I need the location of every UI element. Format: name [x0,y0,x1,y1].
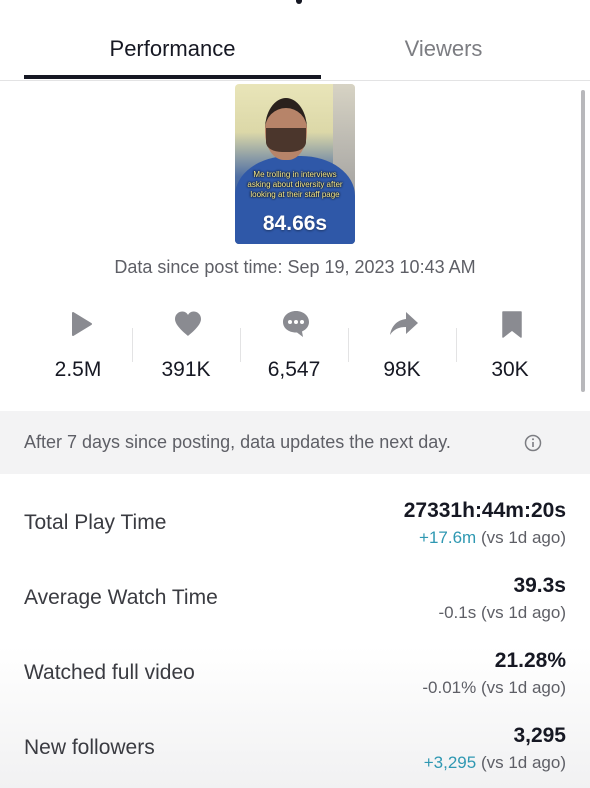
metric-delta: -0.01% [422,678,477,697]
bookmark-icon [502,311,522,338]
play-icon [72,312,92,336]
metric-watched-full-video: Watched full video 21.28% -0.01% (vs 1d … [24,624,566,699]
stat-comments[interactable]: 6,547 [240,300,348,392]
metric-delta: +3,295 [423,753,477,772]
thumbnail-caption: Me trolling in interviews asking about d… [247,170,343,199]
metric-value: 39.3s [513,574,566,597]
video-thumbnail[interactable]: Me trolling in interviews asking about d… [235,84,355,244]
active-tab-indicator [24,75,321,79]
top-partial-icon [296,0,302,4]
metric-label: New followers [24,736,155,759]
metric-comparison: (vs 1d ago) [476,603,566,622]
stat-value: 98K [383,358,421,381]
stat-views[interactable]: 2.5M [24,300,132,392]
tab-viewers[interactable]: Viewers [297,36,590,62]
metric-value: 3,295 [513,724,566,747]
stat-likes[interactable]: 391K [132,300,240,392]
stat-value: 30K [491,358,529,381]
scrollbar[interactable] [581,90,585,392]
post-time-label: Data since post time: Sep 19, 2023 10:43… [114,257,476,277]
stat-shares[interactable]: 98K [348,300,456,392]
metric-value: 21.28% [494,649,566,672]
metric-total-play-time: Total Play Time 27331h:44m:20s +17.6m (v… [24,474,566,549]
metric-change: +3,295 (vs 1d ago) [424,753,566,773]
analytics-tabs: Performance Viewers [0,22,590,81]
metric-label: Average Watch Time [24,586,218,609]
tab-performance[interactable]: Performance [24,36,321,62]
person-beard [266,128,306,152]
metric-delta: +17.6m [419,528,477,547]
video-analytics-screen: Performance Viewers Me trolling in inter… [0,0,590,788]
stat-saves[interactable]: 30K [456,300,564,392]
comment-icon [283,311,309,337]
data-update-notice: After 7 days since posting, data updates… [0,411,590,474]
performance-metrics: Total Play Time 27331h:44m:20s +17.6m (v… [0,474,590,788]
metric-value: 27331h:44m:20s [403,499,566,522]
metric-label: Total Play Time [24,511,167,534]
share-icon [390,312,418,335]
heart-icon [175,311,201,336]
engagement-stats: 2.5M 391K 6,547 98K 30K [24,300,566,392]
metric-change: -0.1s (vs 1d ago) [438,603,566,623]
metric-delta: -0.1s [438,603,477,622]
metric-change: -0.01% (vs 1d ago) [422,678,566,698]
metric-comparison: (vs 1d ago) [476,753,566,772]
stat-value: 6,547 [267,358,321,381]
stat-value: 2.5M [54,358,102,381]
metric-average-watch-time: Average Watch Time 39.3s -0.1s (vs 1d ag… [24,549,566,624]
video-duration: 84.66s [262,212,328,235]
metric-new-followers: New followers 3,295 +3,295 (vs 1d ago) [24,699,566,774]
metric-comparison: (vs 1d ago) [476,678,566,697]
stat-value: 391K [161,358,211,381]
info-icon[interactable] [524,434,542,452]
metric-change: +17.6m (vs 1d ago) [419,528,566,548]
metric-label: Watched full video [24,661,195,684]
metric-comparison: (vs 1d ago) [476,528,566,547]
notice-text: After 7 days since posting, data updates… [24,432,451,452]
